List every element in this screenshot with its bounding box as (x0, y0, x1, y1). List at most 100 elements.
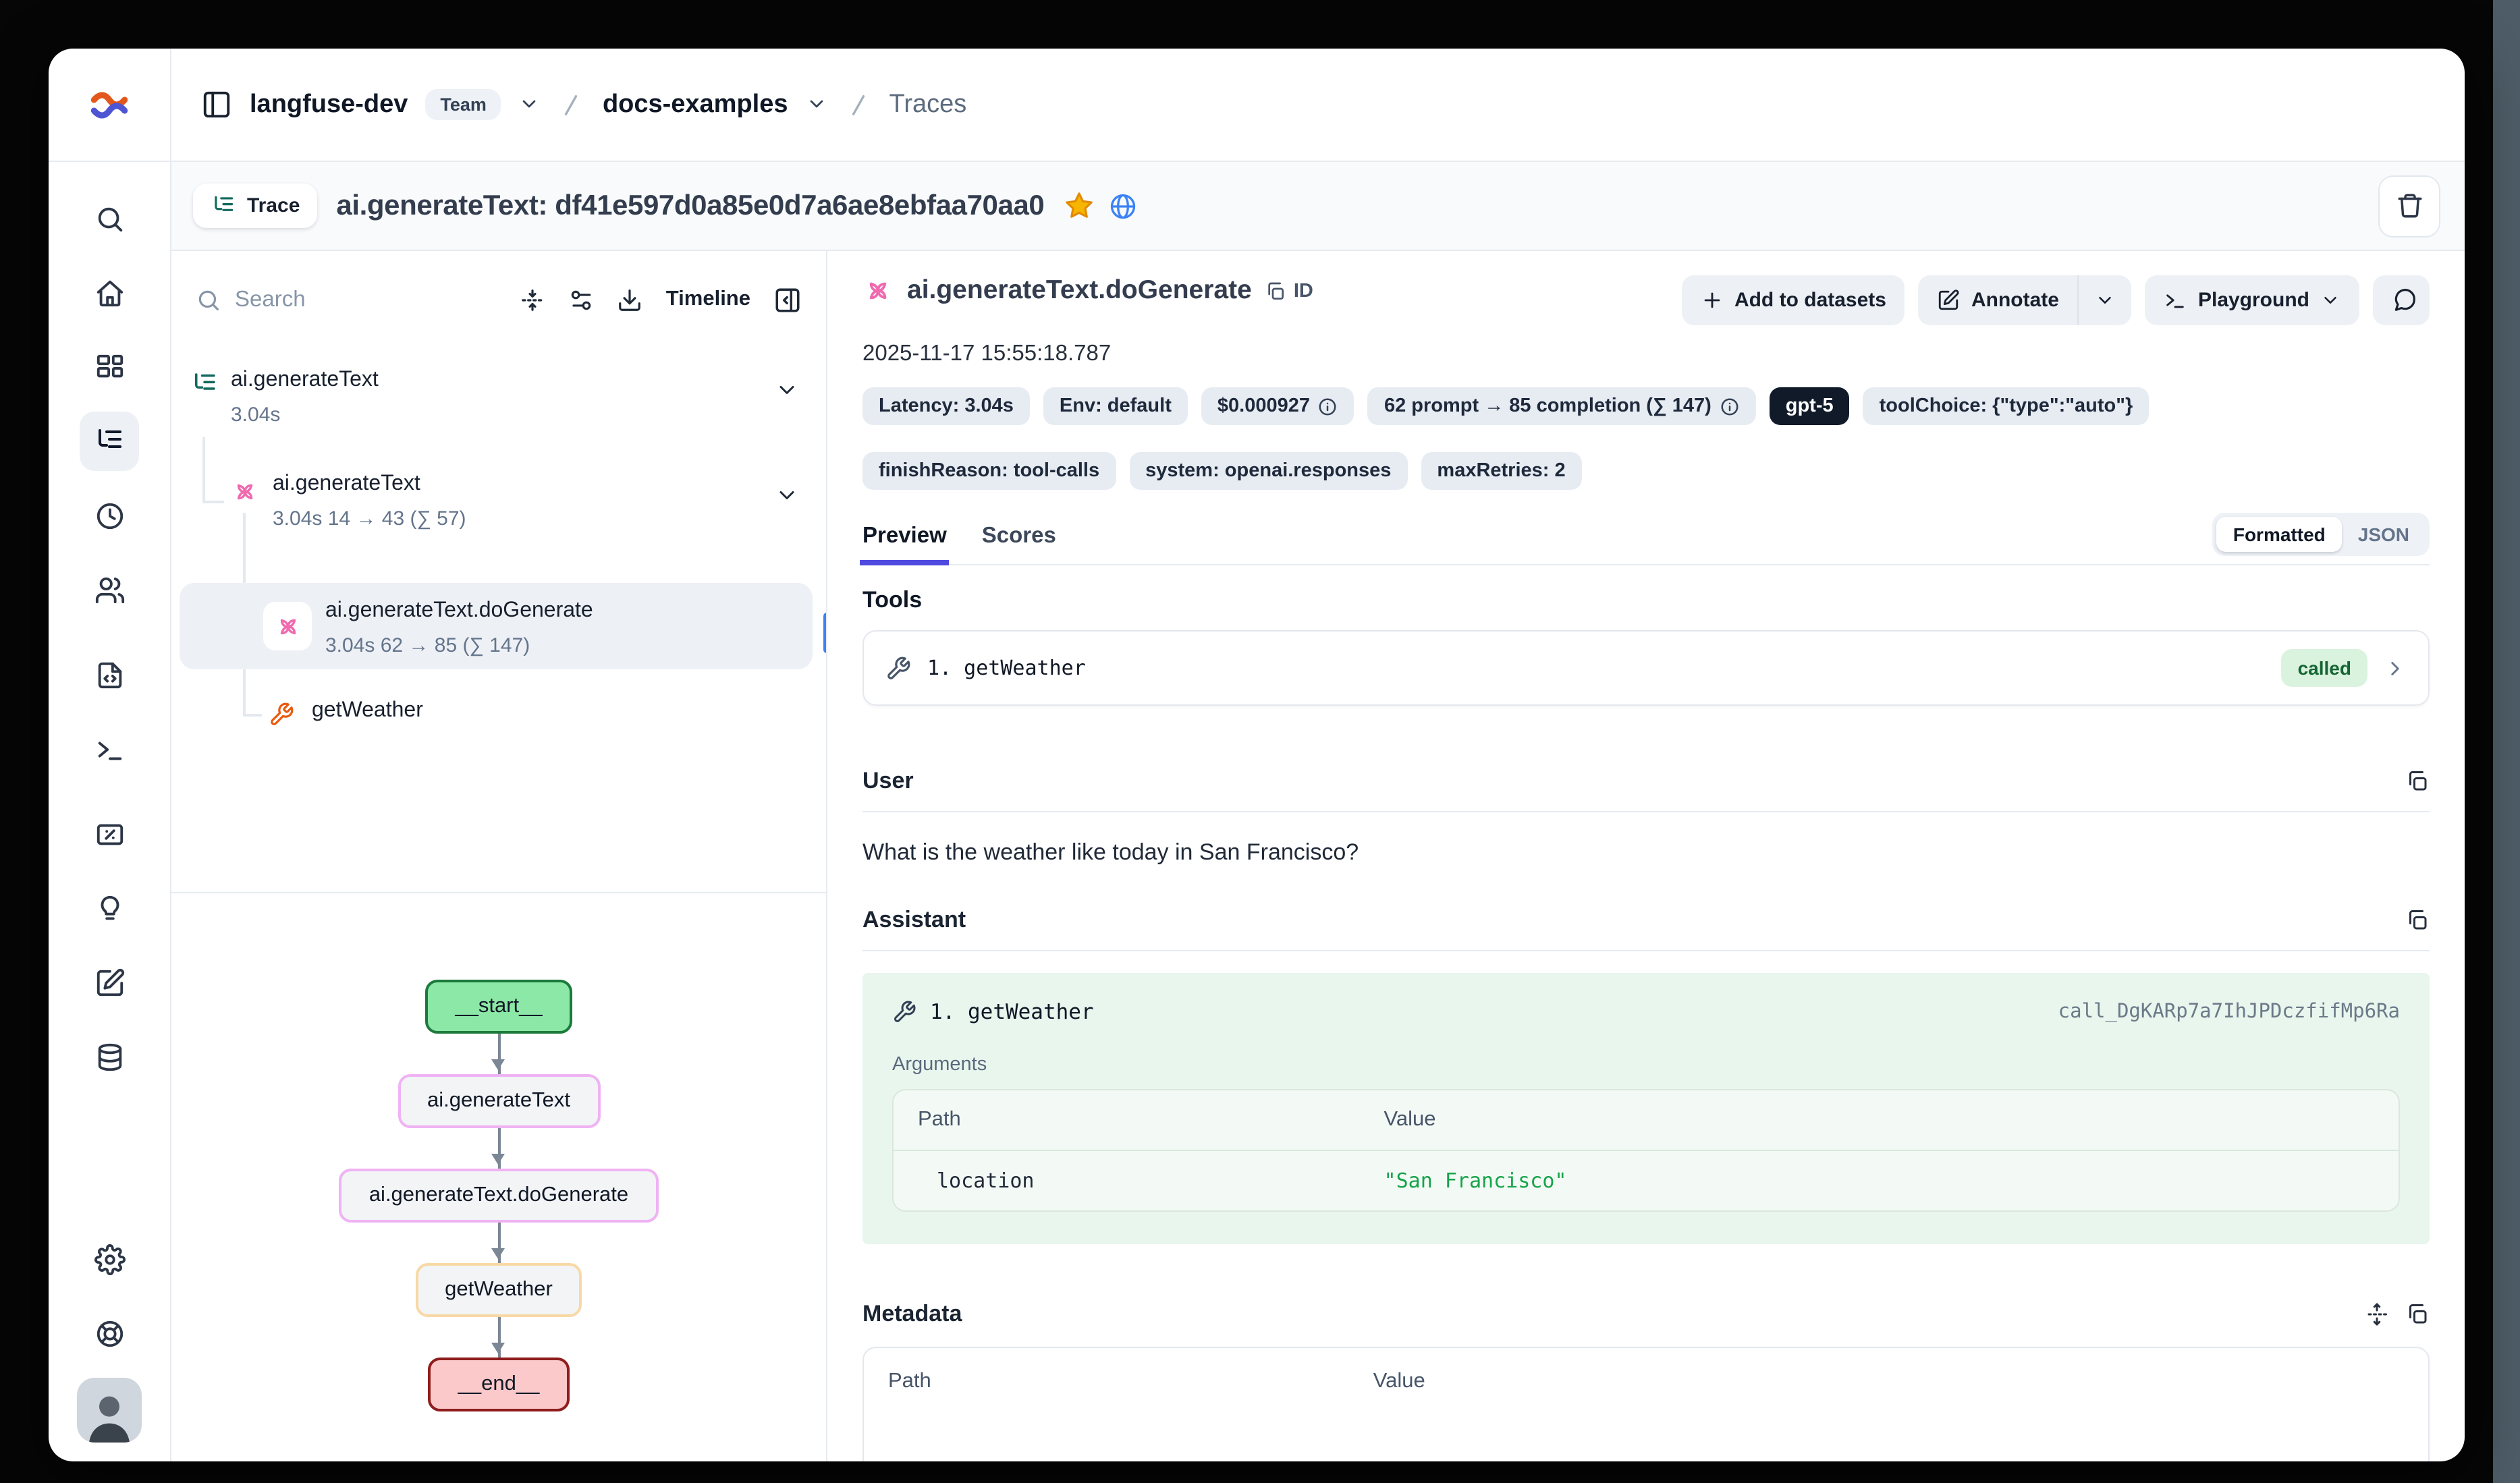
breadcrumb-org[interactable]: langfuse-dev (250, 90, 408, 119)
graph-node-get-weather[interactable]: getWeather (415, 1263, 582, 1317)
view-mode-toggle: Formatted JSON (2213, 513, 2430, 556)
comment-bubble-icon (2392, 287, 2417, 313)
pen-square-icon (1938, 289, 1961, 312)
detail-tabs: Preview Scores Formatted JSON (862, 513, 2430, 565)
timeline-toggle[interactable]: Timeline (666, 287, 750, 312)
formatted-toggle[interactable]: Formatted (2217, 517, 2342, 552)
dashboard-icon[interactable] (80, 337, 139, 397)
graph-node-end[interactable]: __end__ (429, 1358, 570, 1411)
metadata-table: Path Value (862, 1347, 2430, 1461)
org-chevron-down-icon[interactable] (519, 92, 541, 117)
info-icon (1318, 396, 1338, 416)
metadata-value-header: Value (1373, 1370, 2404, 1394)
delete-trace-button[interactable] (2378, 175, 2440, 237)
plus-icon (1701, 289, 1724, 312)
observation-title: ai.generateText.doGenerate (907, 275, 1252, 306)
copy-icon[interactable] (2405, 769, 2430, 793)
app-window: langfuse-dev Team docs-examples Traces (49, 49, 2465, 1461)
add-to-datasets-button[interactable]: Add to datasets (1682, 275, 1905, 325)
collapse-panel-icon[interactable] (773, 285, 802, 314)
llm-judge-lightbulb-icon[interactable] (80, 878, 139, 938)
settings-gear-icon[interactable] (80, 1229, 139, 1289)
generation-icon-chip (263, 602, 312, 650)
wrench-icon (885, 655, 911, 681)
collapse-row-chevron-icon[interactable] (775, 483, 799, 507)
tree-item-name[interactable]: ai.generateText (231, 368, 379, 393)
tool-name: 1. getWeather (927, 656, 1086, 680)
bookmark-star-icon[interactable] (1063, 190, 1094, 221)
graph-edge (497, 1034, 500, 1074)
evaluation-icon[interactable] (80, 804, 139, 864)
nav-rail (49, 162, 171, 1461)
screenshot-root: langfuse-dev Team docs-examples Traces (0, 0, 2520, 1483)
tree-search-input[interactable]: Search (196, 287, 497, 312)
tools-heading: Tools (862, 587, 2430, 614)
users-icon[interactable] (80, 560, 139, 619)
copy-icon (1265, 280, 1287, 302)
tool-called-badge: called (2282, 649, 2367, 687)
user-avatar[interactable] (77, 1378, 142, 1443)
tool-call-panel: 1. getWeather call_DgKARp7a7IhJPDczfifMp… (862, 973, 2430, 1244)
tree-toolbar: Search Timeline (171, 251, 826, 348)
collapse-row-chevron-icon[interactable] (775, 378, 799, 402)
tool-definition-row[interactable]: 1. getWeather called (862, 630, 2430, 706)
metadata-path-header: Path (888, 1370, 1373, 1394)
tree-search-placeholder: Search (235, 287, 306, 312)
annotate-button[interactable]: Annotate (1919, 275, 2078, 325)
collapse-observations-icon[interactable] (520, 287, 546, 312)
sidebar-toggle-icon[interactable] (201, 89, 232, 120)
graph-node-do-generate[interactable]: ai.generateText.doGenerate (339, 1169, 658, 1223)
annotate-dropdown-chevron-icon[interactable] (2078, 275, 2132, 325)
breadcrumb-project[interactable]: docs-examples (603, 90, 788, 119)
home-icon[interactable] (80, 263, 139, 323)
metadata-heading: Metadata (862, 1301, 962, 1328)
args-value-header: Value (1384, 1108, 2374, 1132)
chevron-down-icon (2320, 290, 2340, 310)
model-badge[interactable]: gpt-5 (1770, 387, 1850, 425)
token-usage-badge[interactable]: 62 prompt → 85 completion (∑ 147) (1368, 387, 1756, 425)
download-icon[interactable] (618, 287, 643, 312)
annotate-split-button: Annotate (1919, 275, 2132, 325)
graph-node-generate-text[interactable]: ai.generateText (398, 1074, 600, 1128)
datasets-database-icon[interactable] (80, 1027, 139, 1086)
trace-title: ai.generateText: df41e597d0a85e0d7a6ae8e… (336, 190, 1044, 222)
json-toggle[interactable]: JSON (2342, 517, 2426, 552)
playground-terminal-icon[interactable] (80, 719, 139, 779)
observation-timestamp: 2025-11-17 15:55:18.787 (862, 341, 2430, 367)
playground-button[interactable]: Playground (2145, 275, 2359, 325)
langfuse-logo[interactable] (49, 49, 171, 161)
env-badge: Env: default (1043, 387, 1188, 425)
arg-value: "San Francisco" (1384, 1169, 2374, 1193)
breadcrumb-section[interactable]: Traces (889, 90, 967, 119)
expand-rows-icon[interactable] (2365, 1302, 2389, 1326)
panel-resize-handle[interactable] (823, 613, 826, 653)
info-icon (1720, 396, 1740, 416)
graph-node-start[interactable]: __start__ (425, 980, 572, 1034)
copy-icon[interactable] (2405, 908, 2430, 932)
tab-preview[interactable]: Preview (862, 524, 947, 564)
copy-id-button[interactable]: ID (1265, 280, 1313, 302)
terminal-icon (2164, 289, 2187, 312)
breadcrumb-separator-icon (845, 91, 872, 118)
tab-scores[interactable]: Scores (982, 524, 1056, 564)
support-lifebuoy-icon[interactable] (80, 1304, 139, 1363)
tree-item-name[interactable]: ai.generateText (273, 472, 420, 497)
public-globe-icon[interactable] (1107, 191, 1137, 221)
tree-settings-icon[interactable] (569, 287, 595, 312)
preview-scroll-area[interactable]: Tools 1. getWeather called (862, 565, 2430, 1461)
project-chevron-down-icon[interactable] (806, 92, 827, 117)
cost-badge[interactable]: $0.000927 (1201, 387, 1354, 425)
sessions-clock-icon[interactable] (80, 486, 139, 545)
annotation-pen-icon[interactable] (80, 953, 139, 1012)
copy-icon[interactable] (2405, 1302, 2430, 1326)
search-nav-icon[interactable] (80, 189, 139, 248)
tree-item-name[interactable]: ai.generateText.doGenerate (325, 599, 593, 623)
tree-item-name[interactable]: getWeather (312, 699, 423, 723)
user-message: What is the weather like today in San Fr… (862, 839, 2430, 866)
traces-icon[interactable] (80, 412, 139, 471)
tool-call-id: call_DgKARp7a7IhJPDczfifMp6Ra (2058, 1001, 2400, 1023)
prompts-file-code-icon[interactable] (80, 645, 139, 704)
assistant-heading: Assistant (862, 907, 966, 934)
max-retries-badge: maxRetries: 2 (1421, 452, 1581, 490)
comments-button[interactable] (2373, 275, 2430, 325)
